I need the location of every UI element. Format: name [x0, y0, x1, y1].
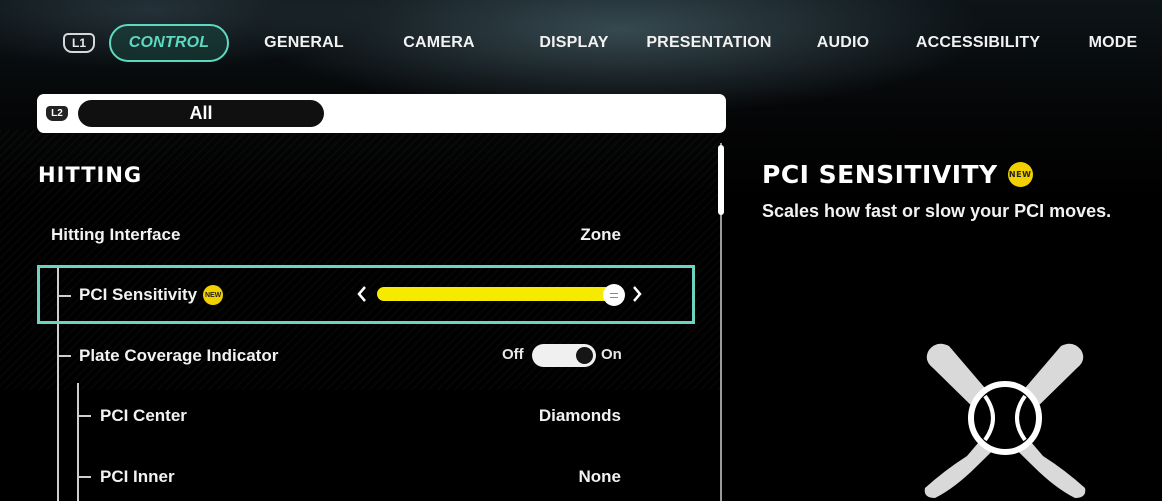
- detail-title: PCI SENSITIVITY: [762, 160, 998, 189]
- setting-label: PCI Sensitivity: [79, 285, 198, 304]
- setting-label: PCI Center: [100, 406, 187, 425]
- tree-branch: [57, 355, 71, 357]
- tab-display[interactable]: DISPLAY: [519, 24, 629, 62]
- filter-selected-pill[interactable]: All: [78, 100, 324, 127]
- chevron-right-icon[interactable]: [630, 284, 644, 304]
- top-nav: L1 CONTROL GENERAL CAMERA DISPLAY PRESEN…: [0, 24, 1162, 62]
- tab-accessibility[interactable]: ACCESSIBILITY: [916, 24, 1040, 62]
- pci-sensitivity-slider[interactable]: [377, 287, 615, 301]
- bats-ball-emblem: [915, 338, 1095, 501]
- setting-value: Diamonds: [538, 406, 621, 425]
- chevron-left-icon[interactable]: [355, 284, 369, 304]
- setting-label: PCI Inner: [100, 467, 175, 486]
- tab-general[interactable]: GENERAL: [249, 24, 359, 62]
- tree-branch: [77, 415, 91, 417]
- filter-bar: L2 All: [37, 94, 726, 133]
- l2-bumper-hint[interactable]: L2: [46, 106, 68, 121]
- toggle-off-label: Off: [502, 346, 524, 363]
- setting-value: None: [578, 467, 622, 486]
- setting-label-wrap: PCI Sensitivity NEW: [79, 285, 224, 305]
- tab-audio[interactable]: AUDIO: [793, 24, 893, 62]
- tree-branch: [77, 476, 91, 478]
- setting-value: Zone: [580, 225, 621, 244]
- l1-bumper-hint[interactable]: L1: [63, 33, 95, 53]
- toggle-on-label: On: [601, 346, 622, 363]
- detail-title-wrap: PCI SENSITIVITY NEW: [762, 160, 1033, 189]
- toggle-knob: [576, 347, 593, 364]
- tab-presentation[interactable]: PRESENTATION: [646, 24, 771, 62]
- tree-line-level2: [77, 383, 79, 501]
- slider-thumb[interactable]: [603, 284, 625, 306]
- tab-mode[interactable]: MODE: [1078, 24, 1148, 62]
- new-badge-icon: NEW: [203, 285, 224, 305]
- section-title: HITTING: [38, 163, 143, 187]
- setting-label: Hitting Interface: [51, 225, 181, 244]
- scroll-thumb[interactable]: [718, 145, 724, 215]
- tab-camera[interactable]: CAMERA: [384, 24, 494, 62]
- setting-label: Plate Coverage Indicator: [79, 346, 279, 365]
- tab-control[interactable]: CONTROL: [109, 24, 229, 62]
- plate-coverage-toggle[interactable]: [532, 344, 596, 367]
- new-badge-icon: NEW: [1007, 162, 1033, 187]
- detail-description: Scales how fast or slow your PCI moves.: [762, 201, 1112, 221]
- list-scrollbar[interactable]: [718, 143, 726, 501]
